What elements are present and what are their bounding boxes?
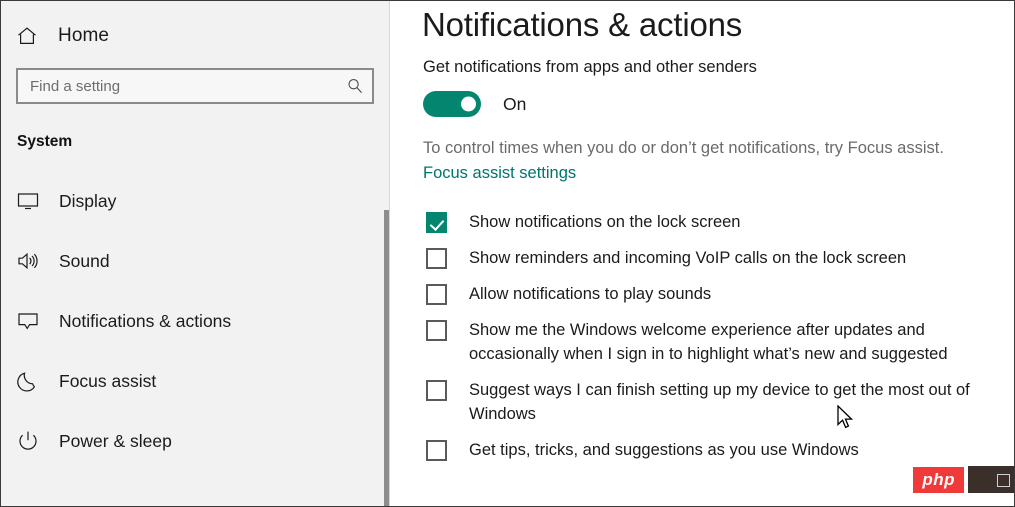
sidebar-home-label: Home bbox=[58, 25, 110, 46]
search-input[interactable] bbox=[30, 70, 346, 102]
checkbox-row[interactable]: Show notifications on the lock screen bbox=[426, 210, 996, 234]
sidebar-scrollbar[interactable] bbox=[384, 210, 389, 506]
watermark-php-label: php bbox=[913, 466, 964, 493]
checkbox-row[interactable]: Get tips, tricks, and suggestions as you… bbox=[426, 438, 996, 462]
speech-bubble-icon bbox=[16, 309, 40, 333]
sidebar-item-power-sleep[interactable]: Power & sleep bbox=[1, 411, 389, 471]
checkbox-row[interactable]: Allow notifications to play sounds bbox=[426, 282, 996, 306]
notification-options-list: Show notifications on the lock screen Sh… bbox=[426, 210, 996, 462]
monitor-icon bbox=[16, 189, 40, 213]
checkbox-show-reminders-voip[interactable] bbox=[426, 248, 447, 269]
notifications-subhead: Get notifications from apps and other se… bbox=[423, 58, 757, 76]
settings-sidebar: Home System Display bbox=[1, 1, 390, 506]
page-title: Notifications & actions bbox=[422, 6, 743, 43]
sidebar-item-sound[interactable]: Sound bbox=[1, 231, 389, 291]
checkbox-label: Show me the Windows welcome experience a… bbox=[469, 321, 948, 363]
sidebar-item-home[interactable]: Home bbox=[1, 17, 389, 55]
toggle-knob bbox=[461, 96, 476, 112]
settings-main-pane: Notifications & actions Get notification… bbox=[390, 1, 1014, 506]
checkbox-label: Suggest ways I can finish setting up my … bbox=[469, 381, 970, 423]
checkbox-label: Show notifications on the lock screen bbox=[469, 213, 741, 231]
checkbox-suggest-ways-finish-setup[interactable] bbox=[426, 380, 447, 401]
focus-assist-settings-link[interactable]: Focus assist settings bbox=[423, 164, 576, 183]
power-icon bbox=[16, 429, 40, 453]
checkbox-get-tips-tricks[interactable] bbox=[426, 440, 447, 461]
notifications-toggle-row: On bbox=[423, 91, 526, 117]
checkbox-allow-notification-sounds[interactable] bbox=[426, 284, 447, 305]
checkbox-label: Allow notifications to play sounds bbox=[469, 285, 712, 303]
checkbox-row[interactable]: Suggest ways I can finish setting up my … bbox=[426, 378, 996, 426]
sidebar-item-label: Power & sleep bbox=[59, 430, 172, 451]
search-icon[interactable] bbox=[346, 77, 364, 95]
php-watermark: php bbox=[913, 466, 1014, 493]
home-icon bbox=[16, 25, 38, 47]
sidebar-item-focus-assist[interactable]: Focus assist bbox=[1, 351, 389, 411]
sidebar-item-label: Display bbox=[59, 190, 117, 211]
moon-icon bbox=[16, 369, 40, 393]
focus-assist-hint: To control times when you do or don’t ge… bbox=[423, 139, 944, 157]
sidebar-item-label: Notifications & actions bbox=[59, 310, 232, 331]
sidebar-item-label: Focus assist bbox=[59, 370, 157, 391]
checkbox-label: Show reminders and incoming VoIP calls o… bbox=[469, 249, 907, 267]
sidebar-nav-list: Display Sound Notifications & actions Fo… bbox=[1, 171, 389, 471]
checkbox-row[interactable]: Show me the Windows welcome experience a… bbox=[426, 318, 996, 366]
checkbox-windows-welcome-experience[interactable] bbox=[426, 320, 447, 341]
settings-window: Home System Display bbox=[0, 0, 1015, 507]
sidebar-item-label: Sound bbox=[59, 250, 110, 271]
notifications-toggle[interactable] bbox=[423, 91, 481, 117]
sidebar-scrollbar-thumb[interactable] bbox=[384, 210, 389, 506]
sidebar-item-notifications-actions[interactable]: Notifications & actions bbox=[1, 291, 389, 351]
speaker-icon bbox=[16, 249, 40, 273]
watermark-dark-badge bbox=[968, 466, 1014, 493]
checkbox-row[interactable]: Show reminders and incoming VoIP calls o… bbox=[426, 246, 996, 270]
sidebar-item-display[interactable]: Display bbox=[1, 171, 389, 231]
checkbox-show-notifications-lock-screen[interactable] bbox=[426, 212, 447, 233]
sidebar-section-title: System bbox=[17, 133, 73, 150]
checkbox-label: Get tips, tricks, and suggestions as you… bbox=[469, 441, 859, 459]
toggle-state-label: On bbox=[503, 93, 527, 114]
search-box[interactable] bbox=[16, 68, 374, 104]
